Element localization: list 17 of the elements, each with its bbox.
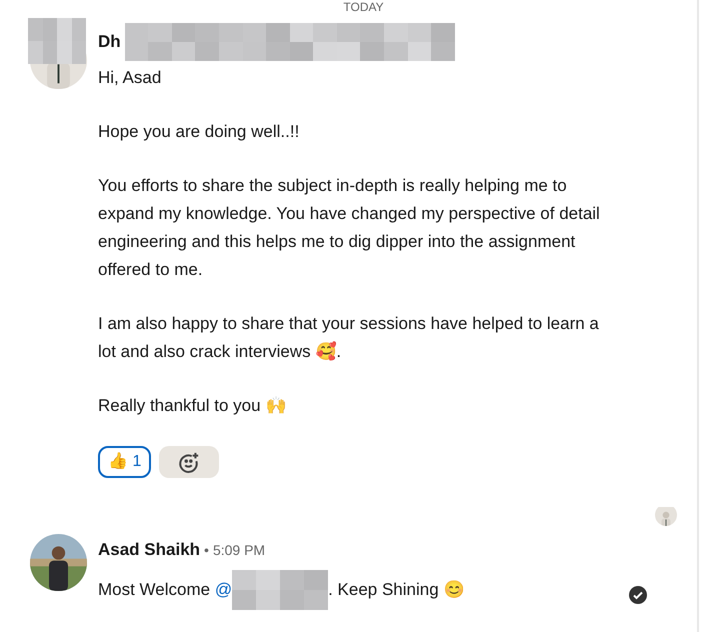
add-emoji-icon: [178, 452, 200, 474]
message-time: 5:09 PM: [212, 540, 266, 560]
message-text: I am also happy to share that your sessions have helped to learn a lot and also crack interviews 🥰.: [98, 313, 600, 363]
mention-link[interactable]: @: [214, 577, 232, 603]
message-text: Hope you are doing well..!!: [98, 121, 300, 143]
reaction-button[interactable]: 👍 1: [98, 446, 152, 478]
sender-name: Dh: [98, 31, 121, 54]
separator-dot: •: [204, 540, 209, 560]
date-divider: TODAY: [342, 0, 385, 14]
redaction-block: [28, 18, 86, 64]
message-text: Most Welcome: [98, 579, 212, 602]
message-text: You efforts to share the subject in-depth is really helping me to expand my knowledge. You have changed my perspective of detail engineering and this helps me to dig dipper into the assignment offered to me.: [98, 175, 601, 281]
message-text: Really thankful to you 🙌: [98, 395, 288, 417]
add-reaction-button[interactable]: [159, 446, 220, 478]
sender-name: Asad Shaikh: [98, 539, 200, 562]
message-text: . Keep Shining 😊: [328, 579, 464, 602]
message-text: Hi, Asad: [98, 67, 162, 89]
